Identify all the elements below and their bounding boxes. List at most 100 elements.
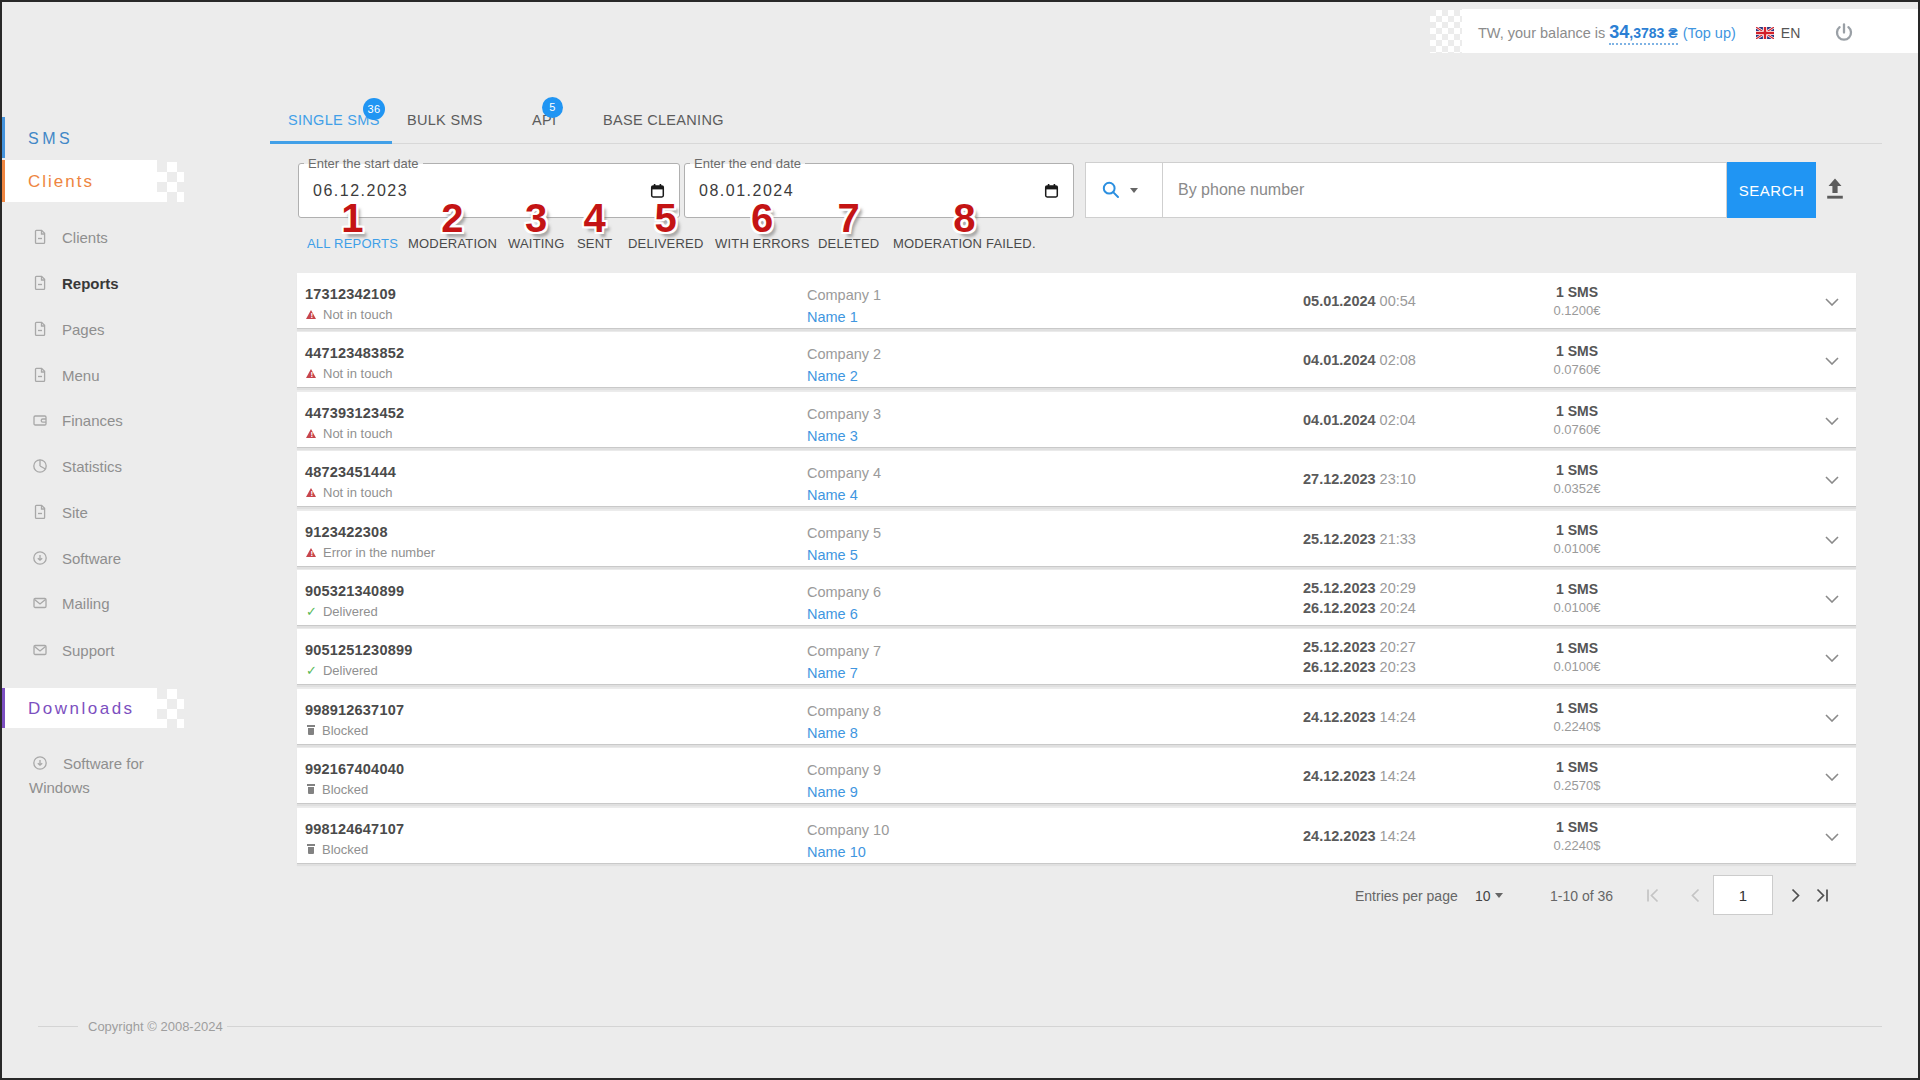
report-row[interactable]: 998912637107BlockedCompany 8Name 824.12.… [297,689,1856,745]
next-page-icon[interactable] [1788,888,1803,903]
sidebar-section-clients[interactable]: Clients [28,172,94,192]
logout-power-icon[interactable] [1832,21,1856,45]
calendar-icon[interactable] [1044,183,1059,199]
sms-section-bar [0,117,5,158]
filter-deleted[interactable]: 7DELETED [818,236,879,252]
sender-name-link[interactable]: Name 6 [807,606,858,622]
message-status: ✓Delivered [306,604,378,618]
annotation-number: 1 [341,198,363,238]
dissolve-pattern-topbar [1430,10,1462,53]
expand-chevron-icon[interactable] [1825,595,1839,603]
sidebar-section-sms[interactable]: SMS [28,130,73,148]
phone-number: 48723451444 [305,464,396,480]
filter-waiting[interactable]: 3WAITING [508,236,565,252]
search-button[interactable]: SEARCH [1727,162,1816,218]
entries-per-page-value[interactable]: 10 [1475,888,1491,904]
entries-per-page-caret-icon[interactable] [1495,893,1503,898]
sidebar-item-support[interactable]: Support [32,640,115,660]
tab-single-sms[interactable]: SINGLE SMS36 [288,112,380,128]
page-number-box[interactable] [1713,875,1773,915]
sender-name-link[interactable]: Name 2 [807,368,858,384]
message-date: 04.01.2024 02:04 [1303,410,1416,430]
uk-flag-icon[interactable] [1756,27,1774,39]
end-date-value[interactable]: 08.01.2024 [699,182,794,200]
tab-api[interactable]: API5 [532,112,556,128]
report-row[interactable]: 992167404040BlockedCompany 9Name 924.12.… [297,748,1856,804]
report-row[interactable]: 447393123452Not in touchCompany 3Name 30… [297,392,1856,448]
top-up-link[interactable]: (Top up) [1683,25,1736,41]
sidebar-item-software[interactable]: Software [32,548,121,568]
report-row[interactable]: 447123483852Not in touchCompany 2Name 20… [297,332,1856,388]
search-type-dropdown[interactable] [1085,162,1163,218]
sender-name-link[interactable]: Name 7 [807,665,858,681]
language-selector[interactable]: EN [1781,25,1800,41]
search-input[interactable] [1163,162,1727,218]
company-name: Company 10 [807,822,889,838]
sidebar-item-menu[interactable]: Menu [32,365,100,385]
report-row[interactable]: 17312342109Not in touchCompany 1Name 105… [297,273,1856,329]
sms-count-cost: 1 SMS0.1200€ [1549,273,1605,329]
expand-chevron-icon[interactable] [1825,714,1839,722]
sender-name-link[interactable]: Name 9 [807,784,858,800]
sender-name-link[interactable]: Name 1 [807,309,858,325]
sender-name-link[interactable]: Name 5 [807,547,858,563]
status-label: Delivered [323,663,378,678]
filter-all-reports[interactable]: 1ALL REPORTS [307,236,398,252]
expand-chevron-icon[interactable] [1825,357,1839,365]
sms-count-cost: 1 SMS0.2570$ [1549,748,1605,804]
report-row[interactable]: 905321340899✓DeliveredCompany 6Name 625.… [297,570,1856,626]
warning-icon [306,487,317,498]
status-label: Blocked [322,842,368,857]
report-row[interactable]: 48723451444Not in touchCompany 4Name 427… [297,451,1856,507]
message-status: Not in touch [306,485,392,499]
report-row[interactable]: 9051251230899✓DeliveredCompany 7Name 725… [297,629,1856,685]
sidebar-item-label: Menu [62,367,100,384]
sidebar-item-software-for-windows[interactable]: Software for Windows [0,752,170,800]
sender-name-link[interactable]: Name 8 [807,725,858,741]
page-number-input[interactable] [1714,876,1772,914]
end-date-field[interactable]: Enter the end date 08.01.2024 [684,163,1074,218]
company-name: Company 8 [807,703,881,719]
filter-moderation[interactable]: 2MODERATION [408,236,497,252]
tab-label: BASE CLEANING [603,112,724,128]
sidebar-item-pages[interactable]: Pages [32,319,105,339]
tab-bulk-sms[interactable]: BULK SMS [407,112,483,128]
sms-count-cost: 1 SMS0.0100€ [1549,629,1605,685]
sidebar-section-downloads[interactable]: Downloads [28,699,135,719]
filter-delivered[interactable]: 5DELIVERED [628,236,704,252]
sender-name-link[interactable]: Name 10 [807,844,866,860]
prev-page-icon[interactable] [1688,888,1703,903]
report-row[interactable]: 998124647107BlockedCompany 10Name 1024.1… [297,808,1856,864]
sidebar-item-finances[interactable]: Finances [32,410,123,430]
sms-count-cost: 1 SMS0.2240$ [1549,808,1605,864]
export-upload-icon[interactable] [1822,176,1848,202]
expand-chevron-icon[interactable] [1825,654,1839,662]
last-page-icon[interactable] [1815,888,1830,903]
sms-cost: 0.0100€ [1554,600,1601,615]
message-date: 25.12.2023 21:33 [1303,529,1416,549]
warning-icon [306,309,317,320]
balance-amount[interactable]: 34,3783 ₴ [1609,22,1677,45]
sender-name-link[interactable]: Name 4 [807,487,858,503]
filter-moderation-failed-[interactable]: 8MODERATION FAILED. [893,236,1036,252]
sidebar-item-site[interactable]: Site [32,502,88,522]
sidebar-item-mailing[interactable]: Mailing [32,593,110,613]
report-row[interactable]: 9123422308Error in the numberCompany 5Na… [297,511,1856,567]
footer-line-right [227,1026,1882,1027]
expand-chevron-icon[interactable] [1825,773,1839,781]
sms-cost: 0.0760€ [1554,422,1601,437]
expand-chevron-icon[interactable] [1825,833,1839,841]
expand-chevron-icon[interactable] [1825,476,1839,484]
wallet-icon [32,412,48,428]
sender-name-link[interactable]: Name 3 [807,428,858,444]
tab-base-cleaning[interactable]: BASE CLEANING [603,112,724,128]
phone-number: 905321340899 [305,583,404,599]
filter-with-errors[interactable]: 6WITH ERRORS [715,236,810,252]
first-page-icon[interactable] [1645,888,1660,903]
expand-chevron-icon[interactable] [1825,417,1839,425]
sidebar-item-statistics[interactable]: Statistics [32,456,122,476]
expand-chevron-icon[interactable] [1825,536,1839,544]
expand-chevron-icon[interactable] [1825,298,1839,306]
sidebar-item-reports[interactable]: Reports [32,273,119,293]
filter-sent[interactable]: 4SENT [577,236,612,252]
